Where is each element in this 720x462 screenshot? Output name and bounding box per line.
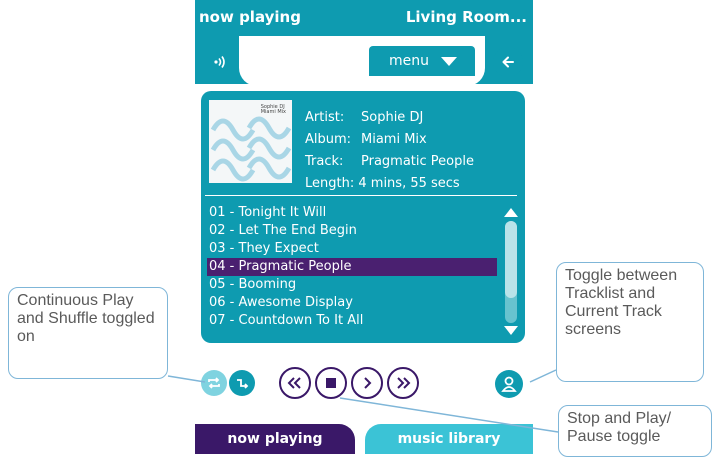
length-label: Length: bbox=[305, 176, 355, 191]
speaker-button[interactable] bbox=[205, 47, 235, 77]
scroll-up-arrow-icon[interactable] bbox=[504, 208, 518, 217]
scrollbar-thumb[interactable] bbox=[505, 221, 517, 298]
back-arrow-icon bbox=[502, 56, 514, 68]
album-label: Album: bbox=[305, 132, 352, 147]
speaker-icon bbox=[214, 56, 225, 68]
tracklist-item[interactable]: 01 - Tonight It Will bbox=[207, 204, 497, 222]
album-art: Sophie DJ Miami Mix bbox=[209, 100, 292, 183]
panel-divider bbox=[205, 195, 517, 196]
title-bar: now playing Living Room... bbox=[195, 0, 533, 36]
tab-music-library[interactable]: music library bbox=[365, 424, 533, 454]
next-button[interactable] bbox=[351, 367, 383, 399]
artist-row: Artist: Sophie DJ bbox=[305, 107, 474, 129]
artist-label: Artist: bbox=[305, 110, 345, 125]
room-selector[interactable]: Living Room... bbox=[406, 8, 527, 26]
tracklist: 01 - Tonight It Will 02 - Let The End Be… bbox=[207, 204, 497, 330]
fast-forward-icon bbox=[397, 377, 411, 389]
repeat-icon bbox=[208, 377, 220, 389]
art-caption-album: Miami Mix bbox=[260, 109, 286, 115]
continuous-play-toggle[interactable] bbox=[201, 370, 227, 396]
shuffle-toggle[interactable] bbox=[229, 370, 255, 396]
callout-stop-play: Stop and Play/ Pause toggle bbox=[558, 405, 712, 457]
user-icon bbox=[501, 376, 517, 392]
tracklist-item[interactable]: 07 - Countdown To It All bbox=[207, 312, 497, 330]
length-value: 4 mins, 55 secs bbox=[358, 176, 460, 191]
track-label: Track: bbox=[305, 154, 344, 169]
stop-icon bbox=[326, 378, 336, 388]
track-value: Pragmatic People bbox=[361, 154, 474, 169]
back-button[interactable] bbox=[493, 47, 523, 77]
scroll-down-arrow-icon[interactable] bbox=[504, 326, 518, 335]
next-icon bbox=[364, 377, 372, 389]
tracklist-item[interactable]: 03 - They Expect bbox=[207, 240, 497, 258]
menu-button[interactable]: menu bbox=[369, 46, 475, 76]
scrollbar-track[interactable] bbox=[505, 221, 517, 323]
callout-toggle-view: Toggle between Tracklist and Current Tra… bbox=[556, 262, 704, 382]
rewind-icon bbox=[287, 377, 301, 389]
screen-title: now playing bbox=[199, 8, 301, 26]
fast-forward-button[interactable] bbox=[387, 367, 419, 399]
toolbar-cutout bbox=[239, 36, 369, 86]
tracklist-item[interactable]: 06 - Awesome Display bbox=[207, 294, 497, 312]
album-row: Album: Miami Mix bbox=[305, 129, 474, 151]
album-value: Miami Mix bbox=[361, 132, 427, 147]
stop-play-pause-button[interactable] bbox=[315, 367, 347, 399]
tracklist-item[interactable]: 02 - Let The End Begin bbox=[207, 222, 497, 240]
tracklist-item-selected[interactable]: 04 - Pragmatic People bbox=[207, 258, 497, 276]
track-row: Track: Pragmatic People bbox=[305, 151, 474, 173]
tab-now-playing[interactable]: now playing bbox=[195, 424, 355, 454]
toggle-view-button[interactable] bbox=[495, 370, 523, 398]
album-art-caption: Sophie DJ Miami Mix bbox=[261, 105, 286, 115]
callout-continuous-shuffle: Continuous Play and Shuffle toggled on bbox=[8, 287, 168, 379]
now-playing-panel: Sophie DJ Miami Mix Artist: Sophie DJ Alb… bbox=[201, 91, 525, 343]
tracklist-item[interactable]: 05 - Booming bbox=[207, 276, 497, 294]
chevron-down-icon bbox=[441, 57, 457, 66]
artist-value: Sophie DJ bbox=[361, 110, 424, 125]
track-metadata: Artist: Sophie DJ Album: Miami Mix Track: P… bbox=[305, 107, 474, 195]
rewind-button[interactable] bbox=[279, 367, 311, 399]
device-screen: now playing Living Room... menu Sophie D… bbox=[195, 0, 533, 462]
length-row: Length: 4 mins, 55 secs bbox=[305, 173, 474, 195]
shuffle-icon bbox=[237, 379, 249, 389]
menu-label: menu bbox=[389, 53, 429, 69]
